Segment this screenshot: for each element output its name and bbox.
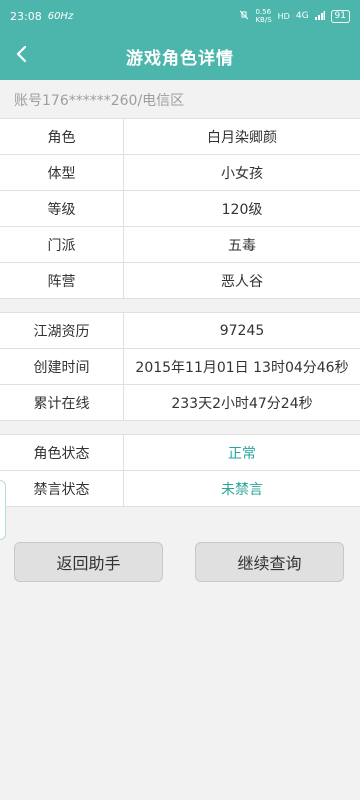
status-left: 23:08 60Hz	[10, 10, 73, 23]
chevron-left-icon	[15, 45, 29, 67]
page-title: 游戏角色详情	[126, 48, 234, 69]
network-type: 4G	[295, 11, 309, 21]
history-info-table: 江湖资历 97245 创建时间 2015年11月01日 13时04分46秒 累计…	[0, 312, 360, 421]
row-value: 120级	[221, 201, 263, 218]
row-label: 体型	[0, 155, 124, 190]
status-bar: 23:08 60Hz 0.56 KB/S HD 4G 91	[0, 0, 360, 32]
row-label: 累计在线	[0, 385, 124, 420]
row-value: 五毒	[228, 237, 256, 254]
row-label: 角色	[0, 119, 124, 154]
continue-query-button[interactable]: 继续查询	[195, 542, 344, 582]
refresh-rate: 60Hz	[47, 10, 74, 22]
table-row: 阵营 恶人谷	[0, 263, 360, 299]
table-row: 江湖资历 97245	[0, 313, 360, 349]
row-label: 江湖资历	[0, 313, 124, 348]
row-label: 角色状态	[0, 435, 124, 470]
account-info: 账号176******260/电信区	[14, 93, 185, 109]
row-label: 等级	[0, 191, 124, 226]
row-value: 2015年11月01日 13时04分46秒	[135, 359, 349, 376]
row-value: 白月染卿颜	[207, 129, 277, 146]
table-row: 累计在线 233天2小时47分24秒	[0, 385, 360, 421]
basic-info-table: 角色 白月染卿颜 体型 小女孩 等级 120级 门派 五毒 阵营 恶人谷	[0, 118, 360, 299]
role-status-value: 正常	[228, 445, 256, 462]
title-bar: 游戏角色详情	[0, 32, 360, 80]
row-value: 233天2小时47分24秒	[171, 395, 313, 412]
mute-icon	[239, 10, 249, 23]
row-label: 门派	[0, 227, 124, 262]
row-value: 小女孩	[221, 165, 263, 182]
table-row: 创建时间 2015年11月01日 13时04分46秒	[0, 349, 360, 385]
mute-status-value: 未禁言	[221, 481, 263, 498]
signal-icon	[314, 10, 325, 23]
battery-indicator: 91	[330, 9, 350, 23]
back-to-assistant-button[interactable]: 返回助手	[14, 542, 163, 582]
row-label: 创建时间	[0, 349, 124, 384]
back-button[interactable]	[6, 40, 38, 72]
table-row: 门派 五毒	[0, 227, 360, 263]
row-label: 阵营	[0, 263, 124, 298]
status-info-table: 角色状态 正常 禁言状态 未禁言	[0, 434, 360, 507]
row-value: 97245	[219, 322, 265, 339]
status-time: 23:08	[10, 9, 42, 23]
table-row: 角色 白月染卿颜	[0, 119, 360, 155]
status-right: 0.56 KB/S HD 4G 91	[239, 8, 350, 24]
row-label: 禁言状态	[0, 471, 124, 506]
row-value: 恶人谷	[221, 273, 263, 290]
hd-badge: HD	[277, 11, 290, 21]
table-row: 体型 小女孩	[0, 155, 360, 191]
table-row: 角色状态 正常	[0, 435, 360, 471]
floating-edge-tab[interactable]	[0, 480, 6, 540]
table-row: 禁言状态 未禁言	[0, 471, 360, 507]
table-row: 等级 120级	[0, 191, 360, 227]
net-speed: 0.56 KB/S	[255, 8, 272, 24]
